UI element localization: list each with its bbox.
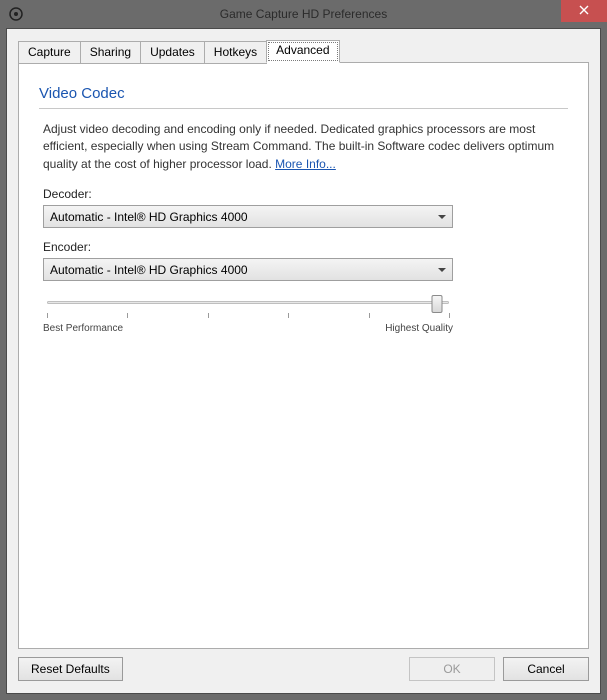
- slider-thumb[interactable]: [431, 295, 442, 313]
- window-title: Game Capture HD Preferences: [0, 7, 607, 21]
- slider-ticks: [43, 313, 453, 321]
- decoder-select[interactable]: Automatic - Intel® HD Graphics 4000: [43, 205, 453, 228]
- tabstrip: Capture Sharing Updates Hotkeys Advanced: [18, 40, 589, 63]
- slider-rail: [47, 301, 449, 304]
- cancel-button[interactable]: Cancel: [503, 657, 589, 681]
- tab-hotkeys[interactable]: Hotkeys: [204, 41, 267, 64]
- close-button[interactable]: [561, 0, 607, 22]
- slider-max-label: Highest Quality: [385, 323, 453, 334]
- slider-labels: Best Performance Highest Quality: [43, 323, 453, 334]
- content-area: Capture Sharing Updates Hotkeys Advanced…: [18, 40, 589, 649]
- slider-min-label: Best Performance: [43, 323, 123, 334]
- more-info-link[interactable]: More Info...: [275, 157, 336, 171]
- ok-button: OK: [409, 657, 495, 681]
- close-icon: [579, 4, 589, 18]
- tab-updates[interactable]: Updates: [140, 41, 205, 64]
- tab-advanced[interactable]: Advanced: [266, 40, 339, 63]
- client-area: Capture Sharing Updates Hotkeys Advanced…: [6, 28, 601, 694]
- tab-sharing[interactable]: Sharing: [80, 41, 141, 64]
- chevron-down-icon: [438, 268, 446, 272]
- quality-slider[interactable]: Best Performance Highest Quality: [43, 293, 453, 334]
- app-icon: [8, 6, 24, 22]
- section-divider: [39, 108, 568, 109]
- section-description: Adjust video decoding and encoding only …: [43, 121, 568, 173]
- section-title: Video Codec: [39, 85, 568, 104]
- encoder-value: Automatic - Intel® HD Graphics 4000: [50, 263, 248, 277]
- decoder-label: Decoder:: [43, 187, 568, 201]
- slider-track[interactable]: [43, 293, 453, 313]
- chevron-down-icon: [438, 215, 446, 219]
- button-row: Reset Defaults OK Cancel: [18, 656, 589, 682]
- tabpanel-advanced: Video Codec Adjust video decoding and en…: [18, 62, 589, 649]
- titlebar[interactable]: Game Capture HD Preferences: [0, 0, 607, 28]
- encoder-field: Encoder: Automatic - Intel® HD Graphics …: [43, 240, 568, 281]
- encoder-label: Encoder:: [43, 240, 568, 254]
- tab-capture[interactable]: Capture: [18, 41, 81, 64]
- decoder-value: Automatic - Intel® HD Graphics 4000: [50, 210, 248, 224]
- reset-defaults-button[interactable]: Reset Defaults: [18, 657, 123, 681]
- decoder-field: Decoder: Automatic - Intel® HD Graphics …: [43, 187, 568, 228]
- preferences-window: Game Capture HD Preferences Capture Shar…: [0, 0, 607, 700]
- encoder-select[interactable]: Automatic - Intel® HD Graphics 4000: [43, 258, 453, 281]
